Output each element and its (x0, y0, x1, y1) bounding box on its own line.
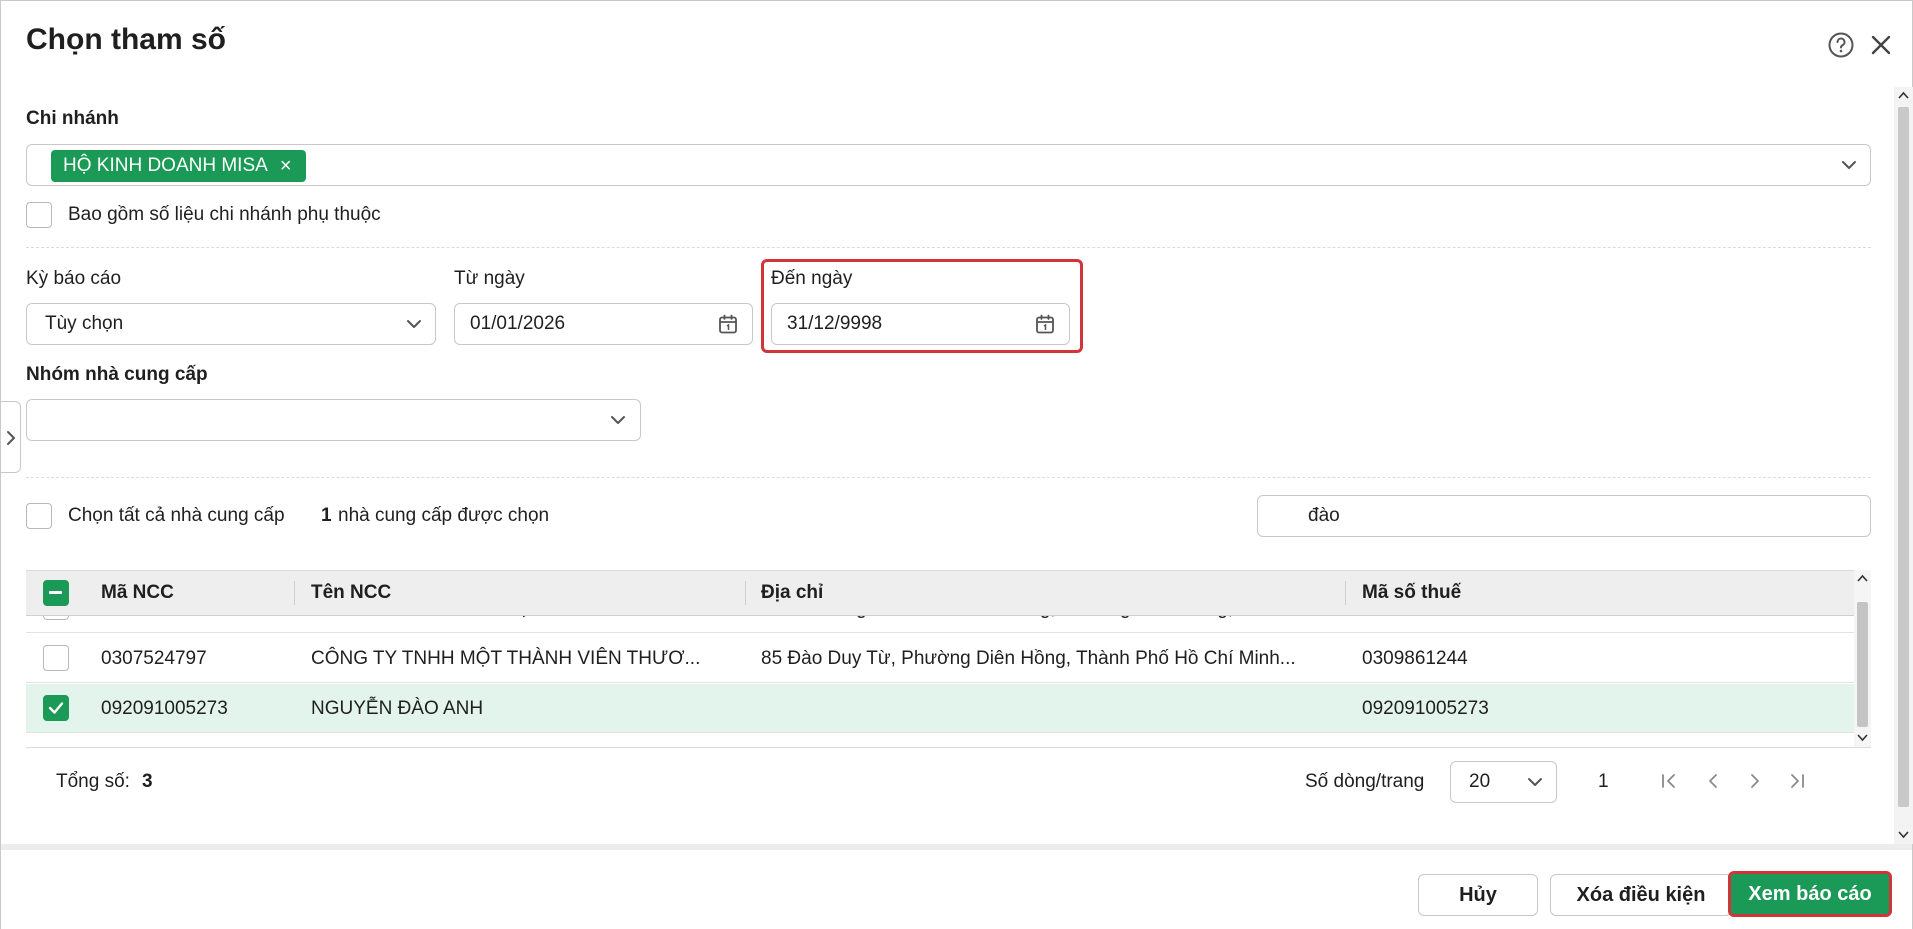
from-date-value: 01/01/2026 (470, 313, 566, 334)
total-label: Tổng số: (56, 771, 130, 792)
previous-page-icon[interactable] (1703, 771, 1723, 791)
remove-tag-icon[interactable]: × (280, 156, 292, 176)
check-icon (48, 702, 64, 714)
to-date-label: Đến ngày (771, 268, 853, 289)
period-label: Kỳ báo cáo (26, 268, 122, 289)
close-icon[interactable] (1867, 31, 1895, 59)
last-page-icon[interactable] (1787, 771, 1807, 791)
column-header-tax[interactable]: Mã số thuế (1362, 571, 1461, 615)
chevron-down-icon (1528, 778, 1542, 786)
include-branch-label: Bao gồm số liệu chi nhánh phụ thuộc (68, 204, 381, 225)
chevron-down-icon (611, 416, 625, 424)
page-size-value: 20 (1469, 771, 1491, 792)
row-address (761, 684, 1341, 733)
supplier-table: 0307524757 CÔNG TY TNHH ĐÀO TẠO TƯ VẤN D… (26, 570, 1871, 748)
chevron-down-icon[interactable] (1840, 156, 1858, 174)
chevron-down-icon (407, 320, 421, 328)
column-header-code[interactable]: Mã NCC (101, 571, 174, 615)
search-value: đào (1308, 505, 1340, 526)
table-header: Mã NCC Tên NCC Địa chỉ Mã số thuế (26, 570, 1854, 616)
table-row[interactable]: 092091005273 NGUYỄN ĐÀO ANH 092091005273 (26, 684, 1854, 733)
minus-icon (49, 591, 62, 594)
supplier-group-label: Nhóm nhà cung cấp (26, 364, 208, 385)
period-select[interactable]: Tùy chọn (26, 303, 436, 345)
scroll-down-icon[interactable] (1857, 734, 1868, 742)
include-branch-checkbox[interactable] (26, 202, 52, 228)
column-separator[interactable] (745, 581, 746, 605)
row-checkbox[interactable] (43, 645, 69, 671)
side-panel-toggle[interactable] (1, 401, 21, 473)
dialog-scroll-thumb[interactable] (1898, 107, 1909, 807)
parameter-dialog: Chọn tham số Chi nhánh HỘ KINH DOANH MIS… (0, 0, 1913, 929)
dialog-title: Chọn tham số (26, 23, 226, 56)
total-value: 3 (142, 771, 153, 792)
row-code: 092091005273 (101, 697, 228, 719)
calendar-icon[interactable] (717, 313, 739, 335)
to-date-value: 31/12/9998 (787, 313, 883, 334)
branch-tag: HỘ KINH DOANH MISA × (51, 150, 306, 182)
table-scrollbar[interactable] (1854, 570, 1871, 747)
next-page-icon[interactable] (1745, 771, 1765, 791)
scroll-down-icon[interactable] (1898, 831, 1909, 839)
divider (26, 247, 1871, 248)
cancel-button[interactable]: Hủy (1418, 874, 1538, 916)
row-tax: 0309861244 (1362, 647, 1468, 669)
scroll-up-icon[interactable] (1857, 574, 1868, 582)
row-tax: 092091005273 (1362, 697, 1489, 719)
row-name: NGUYỄN ĐÀO ANH (311, 697, 484, 719)
table-row[interactable]: 0307524797 CÔNG TY TNHH MỘT THÀNH VIÊN T… (26, 634, 1854, 683)
calendar-icon[interactable] (1034, 313, 1056, 335)
select-all-checkbox[interactable] (26, 503, 52, 529)
dialog-scrollbar[interactable] (1894, 87, 1913, 844)
action-bar: Hủy Xóa điều kiện Xem báo cáo (1, 844, 1912, 929)
page-size-select[interactable]: 20 (1450, 761, 1557, 803)
row-name: CÔNG TY TNHH MỘT THÀNH VIÊN THƯƠ... (311, 647, 701, 669)
help-icon[interactable] (1827, 31, 1855, 59)
page-size-label: Số dòng/trang (1305, 771, 1425, 792)
supplier-search-input[interactable]: đào (1257, 495, 1871, 537)
column-header-name[interactable]: Tên NCC (311, 571, 391, 615)
row-address: 85 Đào Duy Từ, Phường Diên Hồng, Thành P… (761, 647, 1296, 669)
to-date-input[interactable]: 31/12/9998 (771, 303, 1070, 345)
select-all-label: Chọn tất cả nhà cung cấp (68, 505, 285, 526)
column-header-address[interactable]: Địa chỉ (761, 571, 823, 615)
from-date-input[interactable]: 01/01/2026 (454, 303, 753, 345)
period-value: Tùy chọn (45, 313, 124, 334)
header-checkbox[interactable] (43, 580, 69, 606)
scroll-up-icon[interactable] (1898, 91, 1909, 99)
page-number: 1 (1598, 771, 1609, 792)
column-separator[interactable] (1345, 581, 1346, 605)
clear-conditions-button[interactable]: Xóa điều kiện (1550, 874, 1732, 916)
view-report-button[interactable]: Xem báo cáo (1728, 871, 1892, 917)
from-date-label: Từ ngày (454, 268, 525, 289)
divider (26, 477, 1871, 478)
row-checkbox[interactable] (43, 695, 69, 721)
branch-label: Chi nhánh (26, 108, 119, 129)
column-separator[interactable] (294, 581, 295, 605)
row-code: 0307524797 (101, 647, 207, 669)
first-page-icon[interactable] (1659, 771, 1679, 791)
chevron-right-icon (7, 431, 15, 445)
selected-count: 1 (321, 505, 332, 526)
supplier-group-select[interactable] (26, 399, 641, 441)
branch-tag-label: HỘ KINH DOANH MISA (63, 155, 268, 176)
table-scroll-thumb[interactable] (1857, 602, 1868, 727)
selected-count-suffix: nhà cung cấp được chọn (338, 505, 550, 526)
branch-select[interactable]: HỘ KINH DOANH MISA × (26, 144, 1871, 186)
